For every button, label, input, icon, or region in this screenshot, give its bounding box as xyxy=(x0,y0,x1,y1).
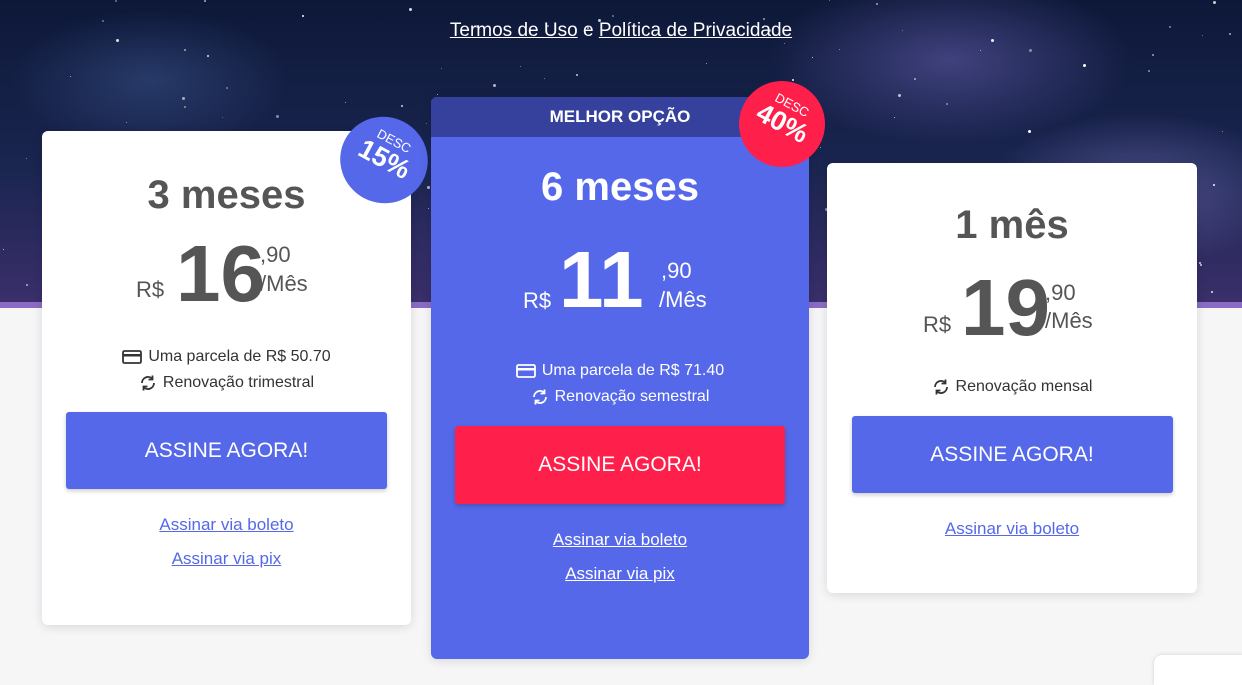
refresh-icon xyxy=(532,389,547,405)
plan-title: 6 meses xyxy=(541,165,699,209)
pix-link[interactable]: Assinar via pix xyxy=(42,549,411,569)
star-dot xyxy=(876,3,878,5)
plan-price: R$ 16 ,90 /Mês xyxy=(42,230,411,320)
terms-and-text: e xyxy=(582,20,594,41)
star-dot xyxy=(3,249,4,250)
star-dot xyxy=(409,8,412,11)
star-dot xyxy=(437,94,438,95)
plan-card-1-month: 1 mês R$ 19 ,90 /Mês Renovação mensal AS… xyxy=(827,163,1197,593)
plan-card-3-months: 3 meses R$ 16 ,90 /Mês Uma parcela de R$… xyxy=(42,131,411,625)
star-dot xyxy=(428,208,429,209)
star-dot xyxy=(276,115,279,118)
refresh-icon xyxy=(141,375,155,391)
star-dot xyxy=(184,106,186,108)
star-dot xyxy=(946,103,948,105)
star-dot xyxy=(184,49,186,51)
price-integer: 16 xyxy=(176,229,265,318)
star-dot xyxy=(441,68,442,69)
price-integer: 11 xyxy=(559,235,644,324)
price-cents: ,90 xyxy=(661,258,692,283)
star-dot xyxy=(226,87,228,89)
star-dot xyxy=(520,66,521,67)
star-dot xyxy=(26,284,28,286)
price-currency: R$ xyxy=(523,288,552,313)
renewal-line: Renovação trimestral xyxy=(42,370,411,396)
star-dot xyxy=(894,117,895,118)
plan-price: R$ 11 ,90 /Mês xyxy=(431,235,809,332)
installment-text: Uma parcela de R$ 50.70 xyxy=(148,348,331,365)
plan-card-6-months: MELHOR OPÇÃO 6 meses R$ 11 ,90 /Mês Uma … xyxy=(431,97,809,659)
boleto-link[interactable]: Assinar via boleto xyxy=(827,519,1197,539)
star-dot xyxy=(829,0,830,1)
corner-widget[interactable] xyxy=(1154,655,1242,685)
star-dot xyxy=(345,102,346,103)
star-dot xyxy=(26,158,27,159)
terms-line: Termos de Uso e Política de Privacidade xyxy=(0,20,1242,42)
star-dot xyxy=(222,117,223,118)
star-dot xyxy=(792,79,794,81)
star-dot xyxy=(1211,291,1213,293)
star-dot xyxy=(1029,49,1032,52)
star-dot xyxy=(980,50,981,51)
subscribe-button[interactable]: ASSINE AGORA! xyxy=(851,416,1173,493)
renewal-text: Renovação mensal xyxy=(955,378,1093,395)
star-dot xyxy=(1213,1,1216,4)
renewal-text: Renovação semestral xyxy=(554,388,710,405)
star-dot xyxy=(401,105,403,107)
plan-price: R$ 19 ,90 /Mês xyxy=(827,260,1197,350)
star-dot xyxy=(1213,184,1215,186)
price-currency: R$ xyxy=(136,277,165,302)
star-dot xyxy=(820,147,821,148)
star-dot xyxy=(1028,130,1031,133)
star-dot xyxy=(115,0,117,2)
subscribe-button[interactable]: ASSINE AGORA! xyxy=(66,412,387,489)
credit-card-icon xyxy=(515,363,536,378)
star-dot xyxy=(207,55,209,57)
star-dot xyxy=(426,123,427,124)
star-dot xyxy=(1148,70,1150,72)
star-dot xyxy=(544,78,545,79)
installment-line: Uma parcela de R$ 50.70 xyxy=(42,344,411,370)
renewal-text: Renovação trimestral xyxy=(162,374,315,391)
plan-title: 1 mês xyxy=(955,203,1069,247)
star-dot xyxy=(493,84,496,87)
privacy-policy-link[interactable]: Política de Privacidade xyxy=(599,20,792,41)
subscribe-button[interactable]: ASSINE AGORA! xyxy=(455,426,785,504)
star-dot xyxy=(427,186,430,189)
renewal-line: Renovação semestral xyxy=(431,384,809,410)
price-currency: R$ xyxy=(923,312,952,337)
price-integer: 19 xyxy=(961,263,1050,352)
credit-card-icon xyxy=(122,349,143,364)
star-dot xyxy=(1222,131,1223,132)
star-dot xyxy=(302,15,304,17)
pix-link[interactable]: Assinar via pix xyxy=(431,564,809,584)
price-cents: ,90 xyxy=(1045,280,1076,305)
star-dot xyxy=(706,63,707,64)
boleto-link[interactable]: Assinar via boleto xyxy=(42,515,411,535)
boleto-link[interactable]: Assinar via boleto xyxy=(431,530,809,550)
star-dot xyxy=(70,76,71,77)
star-dot xyxy=(914,78,916,80)
price-cents: ,90 xyxy=(260,242,291,267)
refresh-icon xyxy=(933,379,948,395)
price-per-month: /Mês xyxy=(260,271,308,296)
star-dot xyxy=(898,94,901,97)
star-dot xyxy=(784,43,785,44)
star-dot xyxy=(1152,54,1154,56)
installment-line: Uma parcela de R$ 71.40 xyxy=(431,358,809,384)
star-dot xyxy=(126,122,127,123)
star-dot xyxy=(182,97,185,100)
star-dot xyxy=(839,49,840,50)
star-dot xyxy=(576,74,578,76)
star-dot xyxy=(1083,64,1086,67)
renewal-line: Renovação mensal xyxy=(827,374,1197,400)
star-dot xyxy=(612,15,614,17)
star-dot xyxy=(204,0,206,2)
price-per-month: /Mês xyxy=(659,287,707,312)
installment-text: Uma parcela de R$ 71.40 xyxy=(541,362,725,379)
star-dot xyxy=(1200,264,1202,266)
terms-of-use-link[interactable]: Termos de Uso xyxy=(450,20,578,41)
star-dot xyxy=(812,57,813,58)
price-per-month: /Mês xyxy=(1045,308,1093,333)
